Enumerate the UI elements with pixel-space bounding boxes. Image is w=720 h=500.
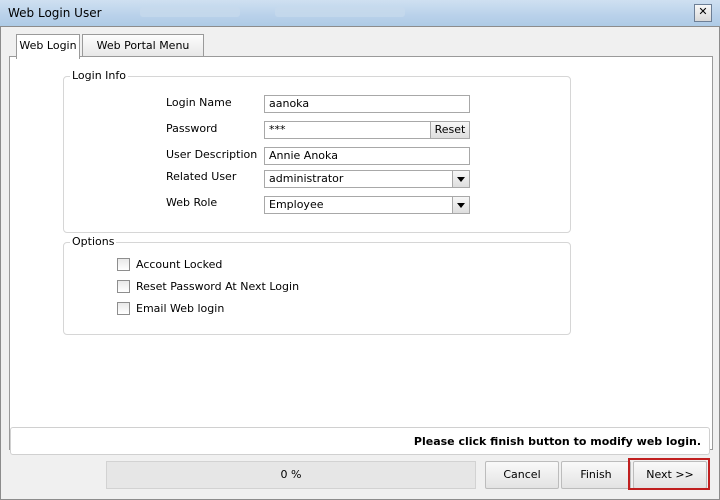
tab-web-portal-menu-user[interactable]: Web Portal Menu User (82, 34, 204, 74)
status-message: Please click finish button to modify web… (413, 435, 701, 448)
password-label: Password (166, 122, 218, 135)
account-locked-checkbox[interactable] (117, 258, 130, 271)
finish-button[interactable]: Finish (561, 461, 631, 489)
reset-password-button[interactable]: Reset (430, 122, 469, 138)
title-bar-blur (275, 7, 405, 17)
window-title: Web Login User (8, 6, 102, 20)
login-info-group: Login Info Login Name aanoka Password **… (63, 69, 571, 233)
close-icon: ✕ (698, 5, 708, 18)
related-user-value: administrator (269, 172, 344, 185)
close-button[interactable]: ✕ (694, 4, 712, 22)
web-role-value: Employee (269, 198, 324, 211)
tab-web-login[interactable]: Web Login (16, 34, 80, 59)
cancel-button[interactable]: Cancel (485, 461, 559, 489)
chevron-down-icon[interactable] (452, 171, 469, 187)
next-button-highlight (628, 458, 710, 490)
tab-panel: Login Info Login Name aanoka Password **… (9, 56, 713, 450)
user-description-label: User Description (166, 148, 258, 161)
status-bar: Please click finish button to modify web… (10, 427, 710, 455)
options-title: Options (70, 235, 117, 248)
progress-bar: 0 % (106, 461, 476, 489)
title-bar-blur (140, 7, 240, 17)
web-role-label: Web Role (166, 196, 218, 209)
password-field[interactable]: *** Reset (264, 121, 470, 139)
email-web-login-checkbox[interactable] (117, 302, 130, 315)
login-name-label: Login Name (166, 96, 232, 109)
reset-password-label: Reset Password At Next Login (136, 280, 300, 293)
password-value: *** (269, 123, 286, 136)
user-description-field[interactable]: Annie Anoka (264, 147, 470, 165)
reset-password-checkbox[interactable] (117, 280, 130, 293)
chevron-down-icon[interactable] (452, 197, 469, 213)
account-locked-label: Account Locked (136, 258, 223, 271)
title-bar: Web Login User ✕ (0, 0, 720, 27)
related-user-select[interactable]: administrator (264, 170, 470, 188)
email-web-login-label: Email Web login (136, 302, 225, 315)
related-user-label: Related User (166, 170, 237, 183)
login-name-field[interactable]: aanoka (264, 95, 470, 113)
dialog-body: Web Login Web Portal Menu User Login Inf… (0, 26, 720, 500)
options-group: Options Account Locked Reset Password At… (63, 235, 571, 335)
web-role-select[interactable]: Employee (264, 196, 470, 214)
login-info-title: Login Info (70, 69, 128, 82)
